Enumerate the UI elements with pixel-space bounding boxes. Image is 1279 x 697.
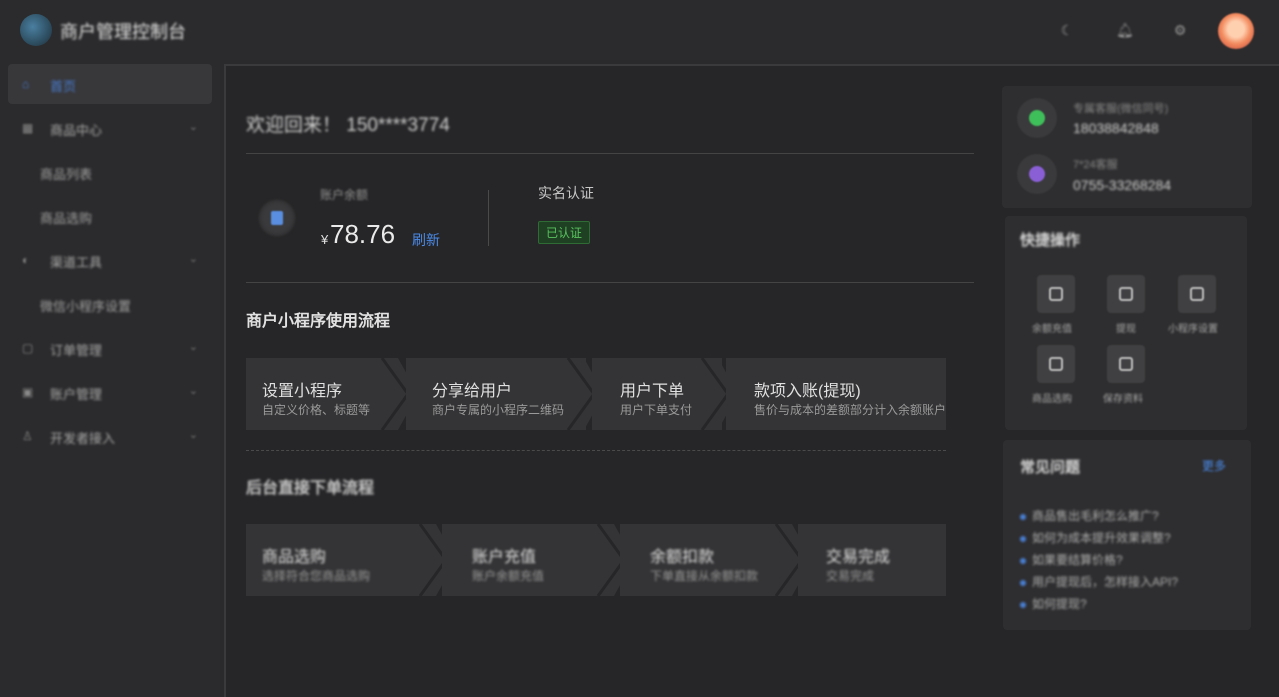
app-title: 商户管理控制台 [60, 22, 186, 42]
quick-action-label: 保存资料 [1103, 394, 1143, 405]
wallet-icon [257, 198, 297, 238]
flow-step-desc: 用户下单支付 [620, 403, 693, 417]
chevron-down-icon: ⌄ [188, 253, 198, 265]
flow-step: 余额扣款 下单直接从余额扣款 [620, 524, 790, 596]
edit-icon[interactable] [1107, 345, 1145, 383]
flow-step-title: 款项入账(提现) [754, 383, 861, 400]
sidebar-item-label: 首页 [50, 79, 77, 94]
settings-icon[interactable]: ⚙ [1172, 22, 1188, 38]
home-icon: ⌂ [22, 77, 30, 91]
chevron-down-icon: ⌄ [188, 429, 198, 441]
flow-step-desc: 账户余额充值 [472, 569, 545, 583]
contact-label: 专属客服(微信同号) [1073, 103, 1169, 115]
flow-step-desc: 交易完成 [826, 569, 875, 583]
sidebar-item-orders[interactable]: ▢ 订单管理 ⌄ [8, 328, 212, 368]
developer-icon: ♙ [22, 429, 33, 443]
chevron-down-icon: ⌄ [188, 385, 198, 397]
quick-action-label: 商品选购 [1032, 394, 1072, 405]
moon-icon[interactable]: ☾ [1059, 22, 1075, 38]
quick-action-label: 提现 [1116, 324, 1136, 335]
flow2-steps: 商品选购 选择符合您商品选购 账户充值 账户余额充值 余额扣款 下单直接从余额扣… [246, 524, 946, 596]
sidebar-item-developer[interactable]: ♙ 开发者接入 ⌄ [8, 416, 212, 456]
sidebar-item-label: 开发者接入 [50, 431, 116, 446]
divider [246, 450, 946, 451]
divider [246, 282, 974, 283]
verification-label: 实名认证 [538, 185, 594, 201]
balance-amount: 78.76 [330, 219, 396, 249]
flow2-title: 后台直接下单流程 [246, 480, 375, 497]
flow1-title: 商户小程序使用流程 [246, 313, 391, 330]
wallet-icon[interactable] [1037, 275, 1075, 313]
sidebar: ⌂ 首页 ▦ 商品中心 ⌄ 商品列表 商品选购 ◐ 渠道工具 ⌄ 微信小程序设置… [0, 60, 220, 697]
top-bar: 商户管理控制台 ☾ 🔔︎ ⚙ [0, 0, 1279, 60]
flow-step: 设置小程序 自定义价格、标题等 [246, 358, 396, 430]
avatar[interactable] [1218, 13, 1254, 49]
flow-step-title: 账户充值 [472, 549, 537, 566]
quick-actions-title: 快捷操作 [1020, 232, 1081, 249]
sidebar-item-label: 订单管理 [50, 343, 103, 358]
flow-step: 分享给用户 商户专属的小程序二维码 [406, 358, 586, 430]
flow-step-desc: 售价与成本的差额部分计入余额账户 [754, 403, 947, 417]
refresh-link[interactable]: 刷新 [412, 230, 440, 250]
order-icon: ▢ [22, 341, 34, 355]
logo-icon [20, 14, 52, 46]
grid-icon: ▦ [22, 121, 34, 135]
flow-step-title: 分享给用户 [432, 383, 513, 400]
contact-value: 0755-33268284 [1073, 177, 1172, 193]
chevron-down-icon: ⌄ [188, 121, 198, 133]
sidebar-item-miniapp-settings[interactable]: 微信小程序设置 [40, 296, 131, 315]
faq-item[interactable]: 商品售出毛利怎么推广? [1020, 507, 1159, 524]
account-icon: ▣ [22, 385, 34, 399]
flow-step-title: 设置小程序 [262, 383, 343, 400]
sidebar-item-label: 渠道工具 [50, 255, 103, 270]
shop-icon[interactable] [1037, 345, 1075, 383]
flow-step-desc: 下单直接从余额扣款 [650, 569, 759, 583]
faq-item[interactable]: 如果要结算价格? [1020, 551, 1123, 568]
sidebar-item-label: 商品中心 [50, 123, 103, 138]
sidebar-item-home[interactable]: ⌂ 首页 [8, 64, 212, 104]
balance-label: 账户余额 [320, 188, 369, 202]
sidebar-item-label: 账户管理 [50, 387, 103, 402]
sidebar-item-goods-list[interactable]: 商品列表 [40, 164, 92, 183]
faq-item[interactable]: 如何提现? [1020, 595, 1087, 612]
flow-step: 交易完成 交易完成 [798, 524, 946, 596]
sidebar-item-channel-tools[interactable]: ◐ 渠道工具 ⌄ [8, 240, 212, 280]
contact-label: 7*24客服 [1073, 159, 1118, 171]
flow-step: 款项入账(提现) 售价与成本的差额部分计入余额账户 [726, 358, 946, 430]
flow-step-title: 用户下单 [620, 383, 685, 400]
withdraw-icon[interactable] [1107, 275, 1145, 313]
welcome-text: 欢迎回来！ 150****3774 [246, 115, 450, 136]
divider [488, 190, 489, 246]
miniapp-icon[interactable] [1178, 275, 1216, 313]
wechat-icon [1017, 98, 1057, 138]
flow1-steps: 设置小程序 自定义价格、标题等 分享给用户 商户专属的小程序二维码 用户下单 用… [246, 358, 946, 430]
flow-step-desc: 自定义价格、标题等 [262, 403, 371, 417]
flow-step-desc: 商户专属的小程序二维码 [432, 403, 565, 417]
sidebar-item-goods-center[interactable]: ▦ 商品中心 ⌄ [8, 108, 212, 148]
tool-icon: ◐ [22, 253, 30, 267]
flow-step-title: 余额扣款 [650, 549, 715, 566]
currency-symbol: ¥ [321, 232, 329, 247]
flow-step: 商品选购 选择符合您商品选购 [246, 524, 426, 596]
flow-step-desc: 选择符合您商品选购 [262, 569, 371, 583]
sidebar-item-goods-select[interactable]: 商品选购 [40, 208, 92, 227]
faq-more-link[interactable]: 更多 [1202, 457, 1226, 474]
bell-icon[interactable]: 🔔︎ [1116, 22, 1134, 38]
faq-title: 常见问题 [1020, 459, 1081, 476]
status-badge: 已认证 [538, 221, 591, 244]
faq-item[interactable]: 用户提现后，怎样接入API? [1020, 573, 1178, 590]
phone-icon [1017, 154, 1057, 194]
flow-step-title: 商品选购 [262, 549, 327, 566]
quick-action-label: 小程序设置 [1168, 324, 1218, 335]
divider [246, 153, 974, 154]
faq-item[interactable]: 如何为成本提升效果调整? [1020, 529, 1171, 546]
quick-action-label: 余额充值 [1032, 324, 1072, 335]
flow-step: 账户充值 账户余额充值 [442, 524, 612, 596]
contact-value: 18038842848 [1073, 120, 1159, 136]
sidebar-item-account[interactable]: ▣ 账户管理 ⌄ [8, 372, 212, 412]
flow-step-title: 交易完成 [826, 549, 891, 566]
chevron-down-icon: ⌄ [188, 341, 198, 353]
